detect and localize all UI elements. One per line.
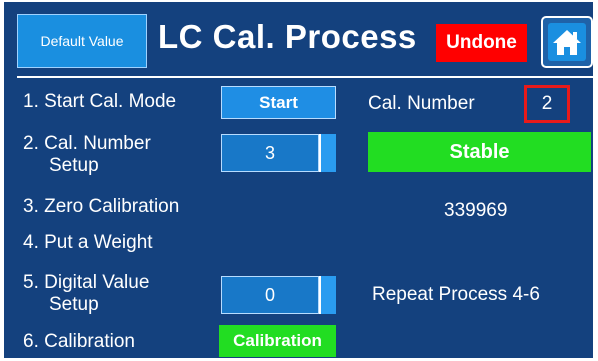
home-icon <box>548 23 586 61</box>
step2-label-line2: Setup <box>49 155 99 176</box>
step3-label: 3. Zero Calibration <box>23 196 180 217</box>
weight-reading: 339969 <box>444 200 508 221</box>
default-value-button[interactable]: Default Value <box>17 14 147 68</box>
repeat-process-note: Repeat Process 4-6 <box>372 284 540 305</box>
cal-number-label: Cal. Number <box>368 93 475 114</box>
digital-value-setup-stepper[interactable] <box>319 276 336 314</box>
digital-value-setup-input[interactable]: 0 <box>221 276 319 314</box>
cal-number-setup-stepper[interactable] <box>319 134 336 172</box>
stable-indicator: Stable <box>368 132 591 172</box>
page-title: LC Cal. Process <box>158 18 417 55</box>
step4-label: 4. Put a Weight <box>23 232 153 253</box>
header-divider <box>17 76 593 78</box>
step1-label: 1. Start Cal. Mode <box>23 91 177 112</box>
status-undone-badge: Undone <box>436 24 527 62</box>
step5-label-line2: Setup <box>49 294 99 315</box>
step5-label-line1: 5. Digital Value <box>23 272 150 293</box>
step2-label-line1: 2. Cal. Number <box>23 133 151 154</box>
cal-number-value: 2 <box>524 85 570 123</box>
calibration-button[interactable]: Calibration <box>219 325 336 357</box>
home-button[interactable] <box>541 16 593 68</box>
start-button[interactable]: Start <box>221 86 336 119</box>
cal-number-setup-input[interactable]: 3 <box>221 134 319 172</box>
step6-label: 6. Calibration <box>23 331 135 352</box>
